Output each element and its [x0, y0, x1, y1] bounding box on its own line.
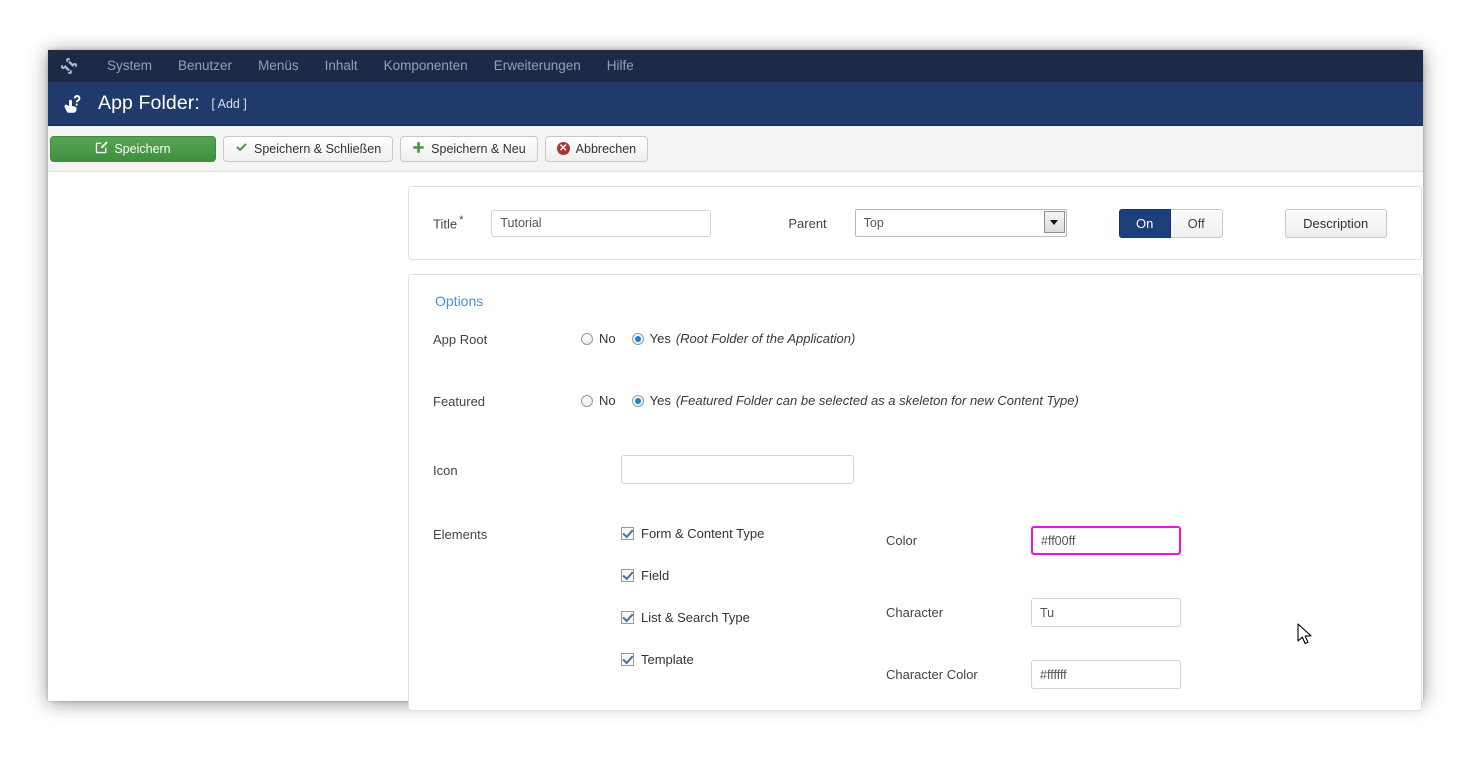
featured-no-option[interactable]: No — [581, 393, 616, 408]
checkbox-template[interactable]: Template — [621, 652, 886, 667]
toggle-off-button[interactable]: Off — [1170, 208, 1223, 238]
featured-radio-group: No Yes (Featured Folder can be selected … — [581, 393, 1095, 408]
toggle-on-button[interactable]: On — [1118, 208, 1171, 238]
form-column: Title* Parent Top On Off Description — [408, 186, 1422, 711]
plus-icon — [412, 141, 425, 156]
checkbox-list-search-type-label: List & Search Type — [641, 610, 750, 625]
save-and-new-button[interactable]: Speichern & Neu — [400, 135, 538, 162]
menu-item-menus[interactable]: Menüs — [245, 50, 312, 82]
admin-top-menubar: System Benutzer Menüs Inhalt Komponenten… — [48, 50, 1423, 82]
parent-field-label: Parent — [788, 215, 827, 231]
checkbox-checked-icon[interactable] — [621, 569, 634, 582]
checkbox-form-content-type-label: Form & Content Type — [641, 526, 765, 541]
chevron-down-icon[interactable] — [1043, 211, 1065, 233]
app-root-label: App Root — [433, 332, 488, 347]
screenshot-root: System Benutzer Menüs Inhalt Komponenten… — [0, 0, 1475, 757]
page-title-group: App Folder: [ Add ] — [98, 92, 247, 115]
featured-yes-label: Yes — [649, 393, 671, 408]
icon-row: Icon — [433, 455, 1397, 484]
color-input[interactable] — [1031, 526, 1181, 555]
checkbox-checked-icon[interactable] — [621, 611, 634, 624]
character-color-label: Character Color — [886, 667, 978, 682]
joomla-logo-icon[interactable] — [58, 55, 80, 77]
cancel-button[interactable]: ✕ Abbrechen — [544, 135, 649, 162]
description-button[interactable]: Description — [1284, 208, 1387, 238]
icon-input[interactable] — [621, 455, 854, 484]
save-and-new-label: Speichern & Neu — [431, 141, 526, 156]
checkbox-checked-icon[interactable] — [621, 527, 634, 540]
required-marker: * — [459, 214, 464, 227]
edit-square-icon — [95, 141, 108, 156]
app-root-yes-option[interactable]: Yes (Root Folder of the Application) — [631, 331, 856, 346]
menu-item-system[interactable]: System — [94, 50, 165, 82]
joomla-admin-page: System Benutzer Menüs Inhalt Komponenten… — [48, 50, 1423, 711]
title-label-text: Title — [433, 216, 458, 232]
featured-row: Featured No Yes (Featured Folder can be … — [433, 393, 1397, 409]
checkbox-field-label: Field — [641, 568, 670, 583]
checkbox-form-content-type[interactable]: Form & Content Type — [621, 526, 886, 541]
menu-item-benutzer[interactable]: Benutzer — [165, 50, 245, 82]
page-title-bar: App Folder: [ Add ] — [48, 82, 1423, 126]
elements-row: Elements Form & Content Type Field List … — [433, 526, 1397, 689]
radio-checked-icon[interactable] — [631, 394, 644, 407]
header-fields-panel: Title* Parent Top On Off Description — [408, 186, 1422, 260]
character-color-input[interactable] — [1031, 660, 1181, 689]
checkbox-template-label: Template — [641, 652, 694, 667]
admin-menu-items: System Benutzer Menüs Inhalt Komponenten… — [94, 50, 647, 82]
menu-item-komponenten[interactable]: Komponenten — [371, 50, 481, 82]
app-root-yes-label: Yes — [649, 331, 671, 346]
icon-field-label: Icon — [433, 462, 458, 478]
menu-item-inhalt[interactable]: Inhalt — [312, 50, 371, 82]
save-button-label: Speichern — [114, 141, 171, 156]
app-root-radio-group: No Yes (Root Folder of the Application) — [581, 331, 871, 346]
cancel-button-label: Abbrechen — [575, 141, 637, 156]
checkbox-checked-icon[interactable] — [621, 653, 634, 666]
menu-item-erweiterungen[interactable]: Erweiterungen — [481, 50, 594, 82]
color-label: Color — [886, 533, 918, 548]
check-icon — [235, 141, 248, 156]
featured-label: Featured — [433, 394, 486, 409]
elements-label: Elements — [433, 527, 488, 542]
menu-item-hilfe[interactable]: Hilfe — [594, 50, 647, 82]
page-content: Title* Parent Top On Off Description — [48, 172, 1423, 711]
parent-select[interactable]: Top — [854, 209, 1067, 237]
character-color-row: Character Color — [886, 660, 1181, 689]
page-title-suffix: [ Add ] — [211, 97, 247, 111]
color-row: Color — [886, 526, 1181, 555]
radio-unchecked-icon[interactable] — [581, 394, 593, 407]
character-label: Character — [886, 605, 944, 620]
radio-checked-icon[interactable] — [631, 332, 644, 345]
app-root-hint: (Root Folder of the Application) — [675, 331, 856, 346]
options-panel: Options App Root No Yes (Root Folder of … — [408, 274, 1422, 711]
app-root-no-label: No — [599, 331, 616, 346]
featured-no-label: No — [599, 393, 616, 408]
save-and-close-button[interactable]: Speichern & Schließen — [223, 135, 394, 162]
featured-hint: (Featured Folder can be selected as a sk… — [675, 393, 1079, 408]
save-and-close-label: Speichern & Schließen — [254, 141, 382, 156]
checkbox-list-search-type[interactable]: List & Search Type — [621, 610, 886, 625]
radio-unchecked-icon[interactable] — [581, 332, 593, 345]
checkbox-field[interactable]: Field — [621, 568, 886, 583]
featured-yes-option[interactable]: Yes (Featured Folder can be selected as … — [631, 393, 1079, 408]
title-input[interactable] — [491, 209, 712, 237]
folder-hand-icon — [60, 91, 86, 117]
page-title: App Folder: — [98, 92, 200, 114]
app-root-no-option[interactable]: No — [581, 331, 616, 346]
elements-checkbox-group: Form & Content Type Field List & Search … — [621, 526, 886, 667]
character-input[interactable] — [1031, 598, 1181, 627]
action-toolbar: Speichern Speichern & Schließen Speicher… — [48, 126, 1423, 172]
parent-select-value[interactable]: Top — [854, 209, 1067, 237]
state-toggle: On Off — [1118, 208, 1223, 238]
cancel-circle-icon: ✕ — [556, 142, 570, 155]
save-button[interactable]: Speichern — [50, 135, 216, 162]
title-field-label: Title * — [433, 214, 463, 231]
color-fields-column: Color Character Character Color — [886, 526, 1181, 689]
app-root-row: App Root No Yes (Root Folder of the Appl… — [433, 331, 1397, 347]
character-row: Character — [886, 598, 1181, 627]
options-legend: Options — [435, 293, 484, 309]
